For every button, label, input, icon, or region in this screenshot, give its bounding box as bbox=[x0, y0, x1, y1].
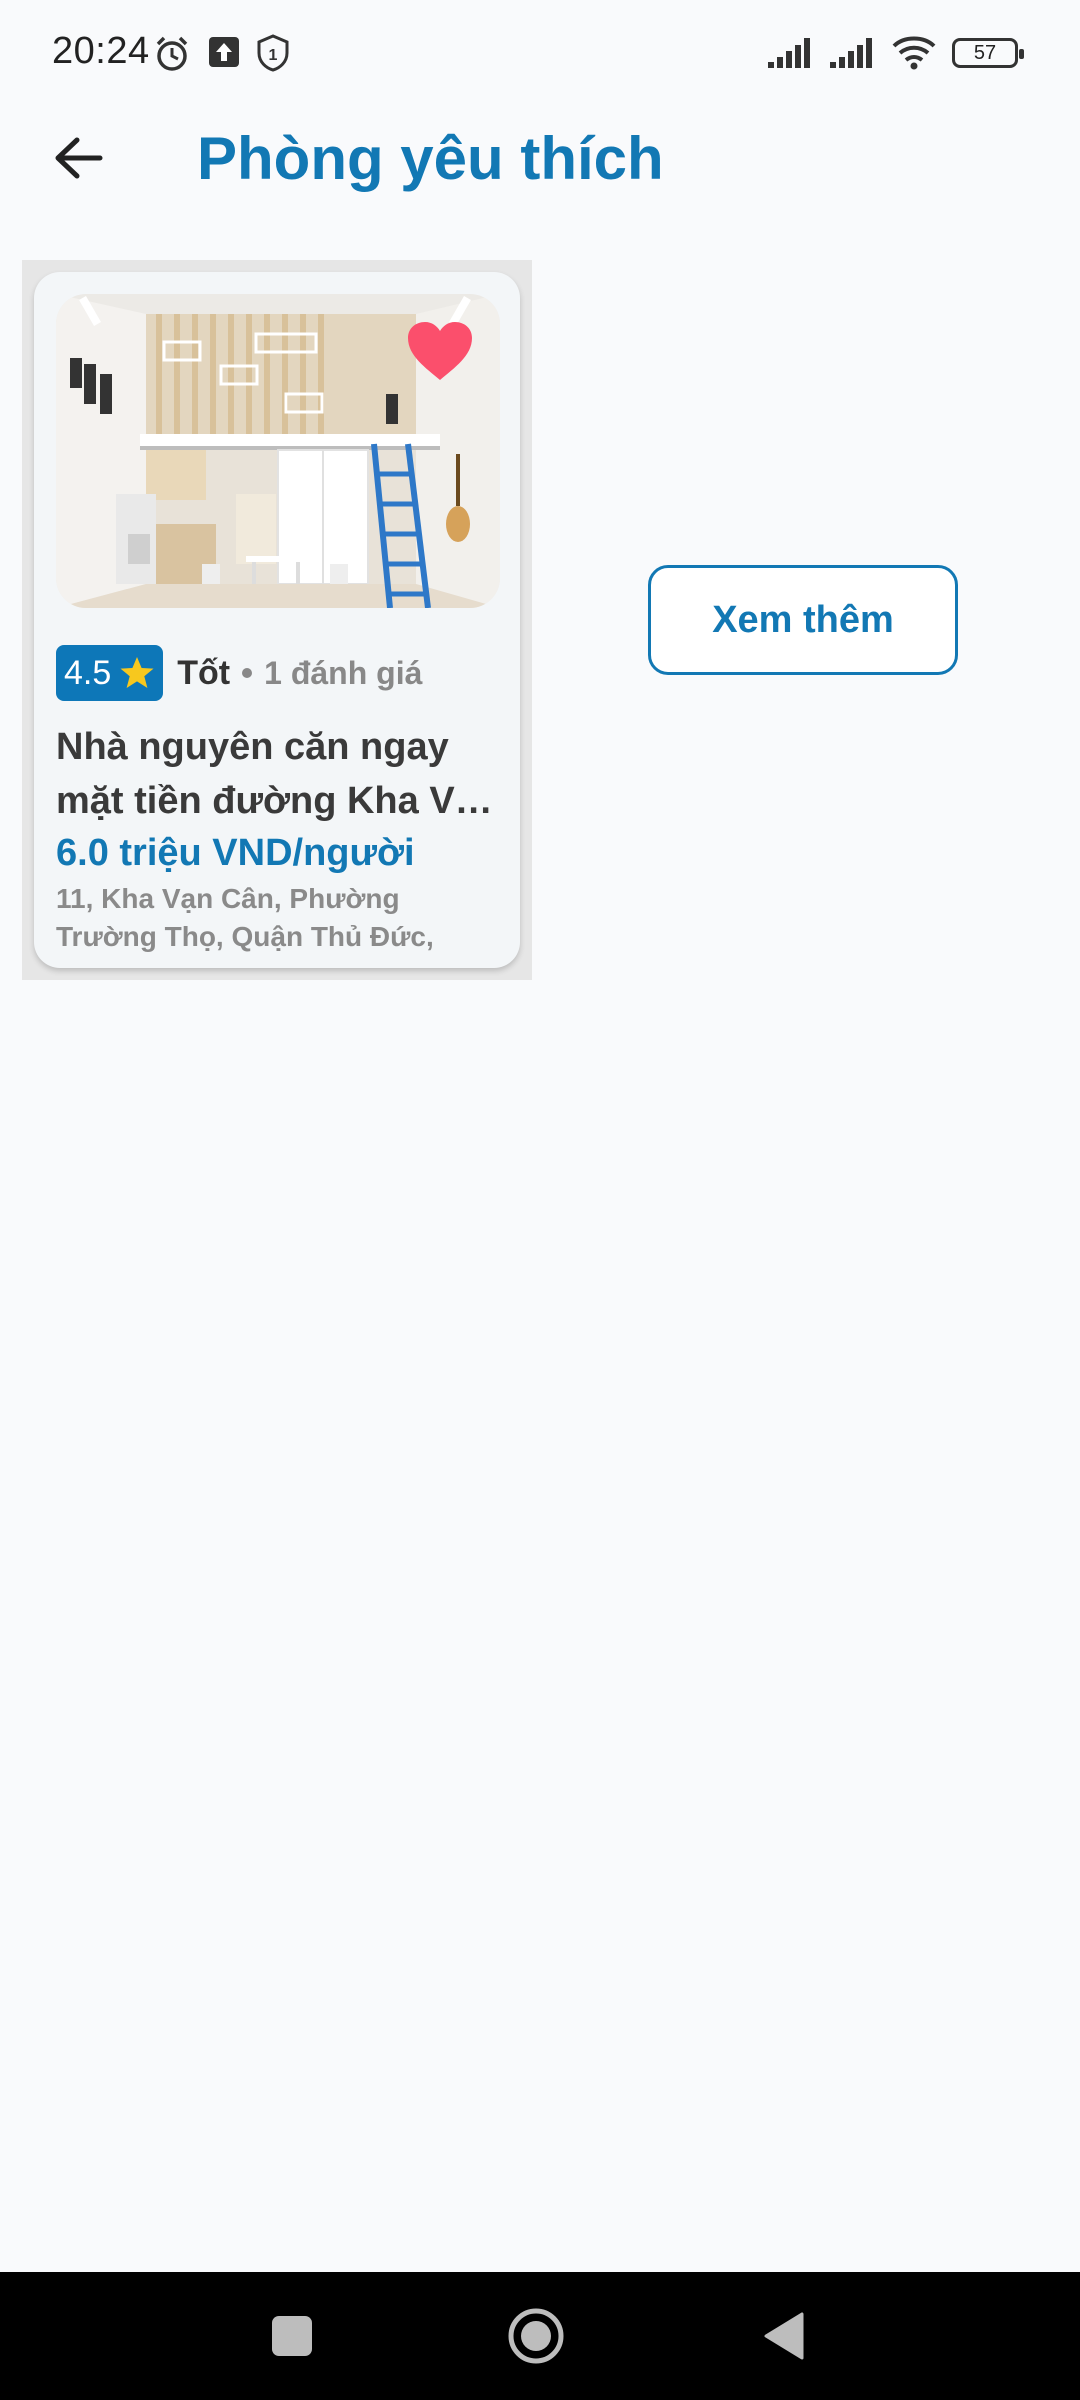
signal-icon bbox=[768, 38, 810, 68]
review-count: 1 đánh giá bbox=[264, 654, 423, 691]
battery-icon: 57 bbox=[952, 38, 1024, 68]
room-image bbox=[56, 294, 500, 608]
battery-level: 57 bbox=[973, 41, 997, 64]
system-nav-bar bbox=[0, 2272, 1080, 2400]
rating-badge: 4.5 bbox=[56, 645, 164, 701]
signal-icon bbox=[830, 38, 872, 68]
svg-text:1: 1 bbox=[269, 47, 278, 64]
back-nav-button[interactable] bbox=[752, 2304, 816, 2368]
upload-icon bbox=[209, 37, 239, 67]
heart-icon[interactable] bbox=[406, 320, 474, 382]
status-bar: 20:24 1 57 bbox=[0, 0, 1080, 110]
separator-dot bbox=[242, 668, 253, 678]
favorite-card-container: 4.5 Tốt 1 đánh giá Nhà nguyên căn ngay m… bbox=[22, 260, 532, 980]
room-price: 6.0 triệu VND/người bbox=[56, 832, 415, 874]
rating-value: 4.5 bbox=[64, 653, 112, 692]
alarm-icon bbox=[156, 36, 188, 71]
rating-row: 4.5 Tốt 1 đánh giá bbox=[56, 644, 422, 702]
arrow-left-icon bbox=[55, 137, 103, 179]
home-circle-icon bbox=[508, 2308, 564, 2364]
status-time: 20:24 bbox=[52, 30, 150, 72]
page-title: Phòng yêu thích bbox=[197, 125, 664, 192]
room-card[interactable]: 4.5 Tốt 1 đánh giá Nhà nguyên căn ngay m… bbox=[34, 272, 520, 968]
recents-button[interactable] bbox=[260, 2304, 324, 2368]
recents-square-icon bbox=[272, 2316, 312, 2356]
wifi-icon bbox=[892, 36, 936, 70]
shield-icon: 1 bbox=[257, 34, 289, 72]
see-more-button[interactable]: Xem thêm bbox=[648, 565, 958, 675]
back-button[interactable] bbox=[48, 128, 108, 188]
room-title[interactable]: Nhà nguyên căn ngay mặt tiền đường Kha V… bbox=[56, 720, 502, 828]
back-triangle-icon bbox=[764, 2312, 804, 2360]
star-icon bbox=[120, 657, 154, 688]
rating-label: Tốt bbox=[177, 653, 231, 692]
home-button[interactable] bbox=[504, 2304, 568, 2368]
room-address: 11, Kha Vạn Cân, Phường Trường Thọ, Quận… bbox=[56, 883, 434, 952]
